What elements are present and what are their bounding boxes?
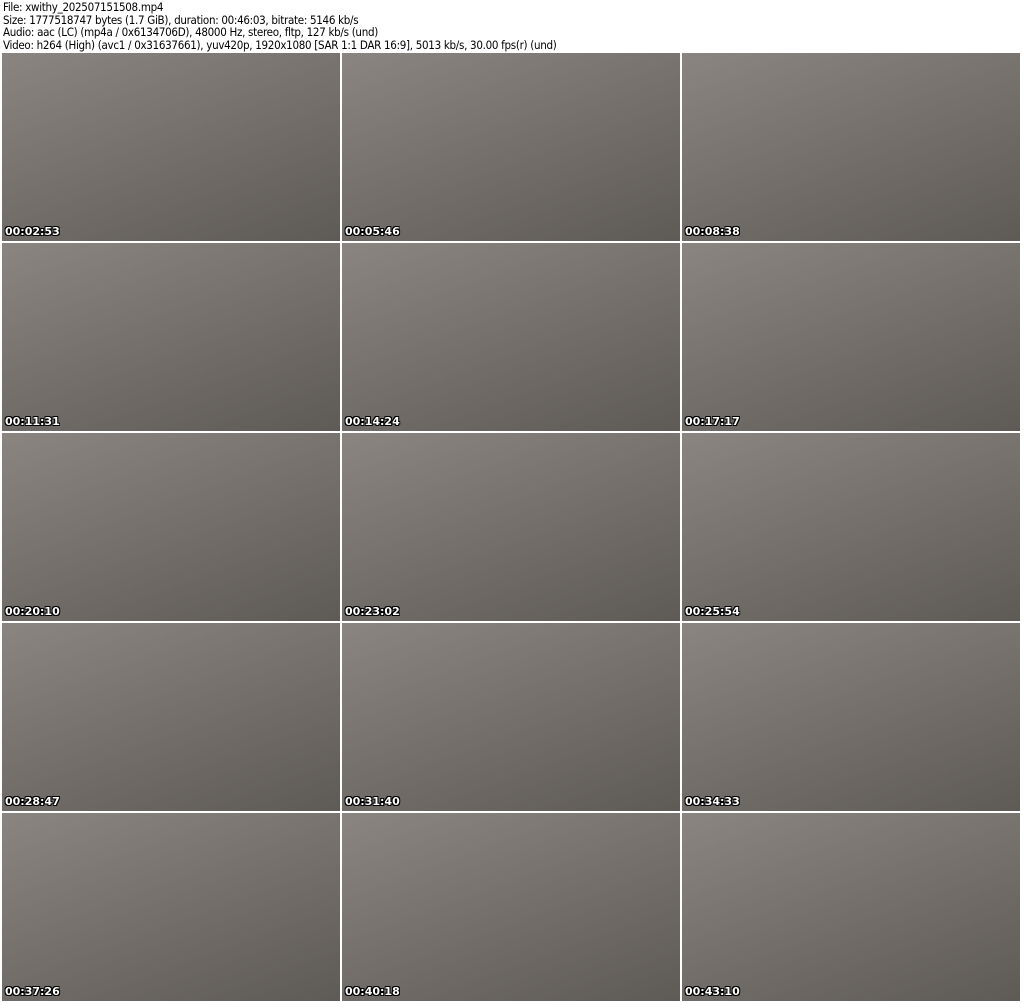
- video-thumbnail: 00:23:02: [342, 433, 680, 621]
- thumbnail-image-placeholder: [2, 53, 340, 241]
- video-thumbnail: 00:34:33: [682, 623, 1020, 811]
- thumbnail-grid: 00:02:53 00:05:46 00:08:38 00:11:31 00:14:24…: [2, 53, 1020, 1001]
- thumbnail-timestamp: 00:11:31: [5, 415, 60, 428]
- thumbnail-image-placeholder: [2, 623, 340, 811]
- file-name: File: xwithy_202507151508.mp4: [3, 0, 164, 14]
- thumbnail-timestamp: 00:17:17: [685, 415, 740, 428]
- thumbnail-timestamp: 00:37:26: [5, 985, 60, 998]
- thumbnail-timestamp: 00:34:33: [685, 795, 740, 808]
- thumbnail-timestamp: 00:40:18: [345, 985, 400, 998]
- thumbnail-image-placeholder: [682, 53, 1020, 241]
- thumbnail-timestamp: 00:25:54: [685, 605, 740, 618]
- video-thumbnail: 00:31:40: [342, 623, 680, 811]
- thumbnail-timestamp: 00:05:46: [345, 225, 400, 238]
- thumbnail-timestamp: 00:28:47: [5, 795, 60, 808]
- thumbnail-image-placeholder: [2, 813, 340, 1001]
- video-thumbnail: 00:02:53: [2, 53, 340, 241]
- video-thumbnail: 00:08:38: [682, 53, 1020, 241]
- thumbnail-image-placeholder: [2, 243, 340, 431]
- video-info: Video: h264 (High) (avc1 / 0x31637661), …: [3, 37, 557, 52]
- thumbnail-timestamp: 00:08:38: [685, 225, 740, 238]
- thumbnail-image-placeholder: [342, 53, 680, 241]
- thumbnail-image-placeholder: [342, 813, 680, 1001]
- thumbnail-image-placeholder: [682, 623, 1020, 811]
- thumbnail-timestamp: 00:14:24: [345, 415, 400, 428]
- video-thumbnail: 00:17:17: [682, 243, 1020, 431]
- thumbnail-image-placeholder: [682, 433, 1020, 621]
- file-info-header: File: xwithy_202507151508.mp4 Size: 1777…: [3, 1, 557, 51]
- video-thumbnail: 00:05:46: [342, 53, 680, 241]
- thumbnail-image-placeholder: [342, 623, 680, 811]
- video-thumbnail: 00:37:26: [2, 813, 340, 1001]
- video-thumbnail: 00:20:10: [2, 433, 340, 621]
- video-thumbnail: 00:40:18: [342, 813, 680, 1001]
- video-thumbnail: 00:25:54: [682, 433, 1020, 621]
- thumbnail-image-placeholder: [682, 813, 1020, 1001]
- video-thumbnail: 00:43:10: [682, 813, 1020, 1001]
- thumbnail-image-placeholder: [342, 243, 680, 431]
- thumbnail-image-placeholder: [342, 433, 680, 621]
- video-thumbnail: 00:14:24: [342, 243, 680, 431]
- thumbnail-timestamp: 00:31:40: [345, 795, 400, 808]
- video-thumbnail: 00:28:47: [2, 623, 340, 811]
- thumbnail-timestamp: 00:20:10: [5, 605, 60, 618]
- audio-info: Audio: aac (LC) (mp4a / 0x6134706D), 480…: [3, 25, 378, 39]
- thumbnail-timestamp: 00:23:02: [345, 605, 400, 618]
- thumbnail-timestamp: 00:43:10: [685, 985, 740, 998]
- thumbnail-timestamp: 00:02:53: [5, 225, 60, 238]
- thumbnail-image-placeholder: [682, 243, 1020, 431]
- thumbnail-image-placeholder: [2, 433, 340, 621]
- video-thumbnail: 00:11:31: [2, 243, 340, 431]
